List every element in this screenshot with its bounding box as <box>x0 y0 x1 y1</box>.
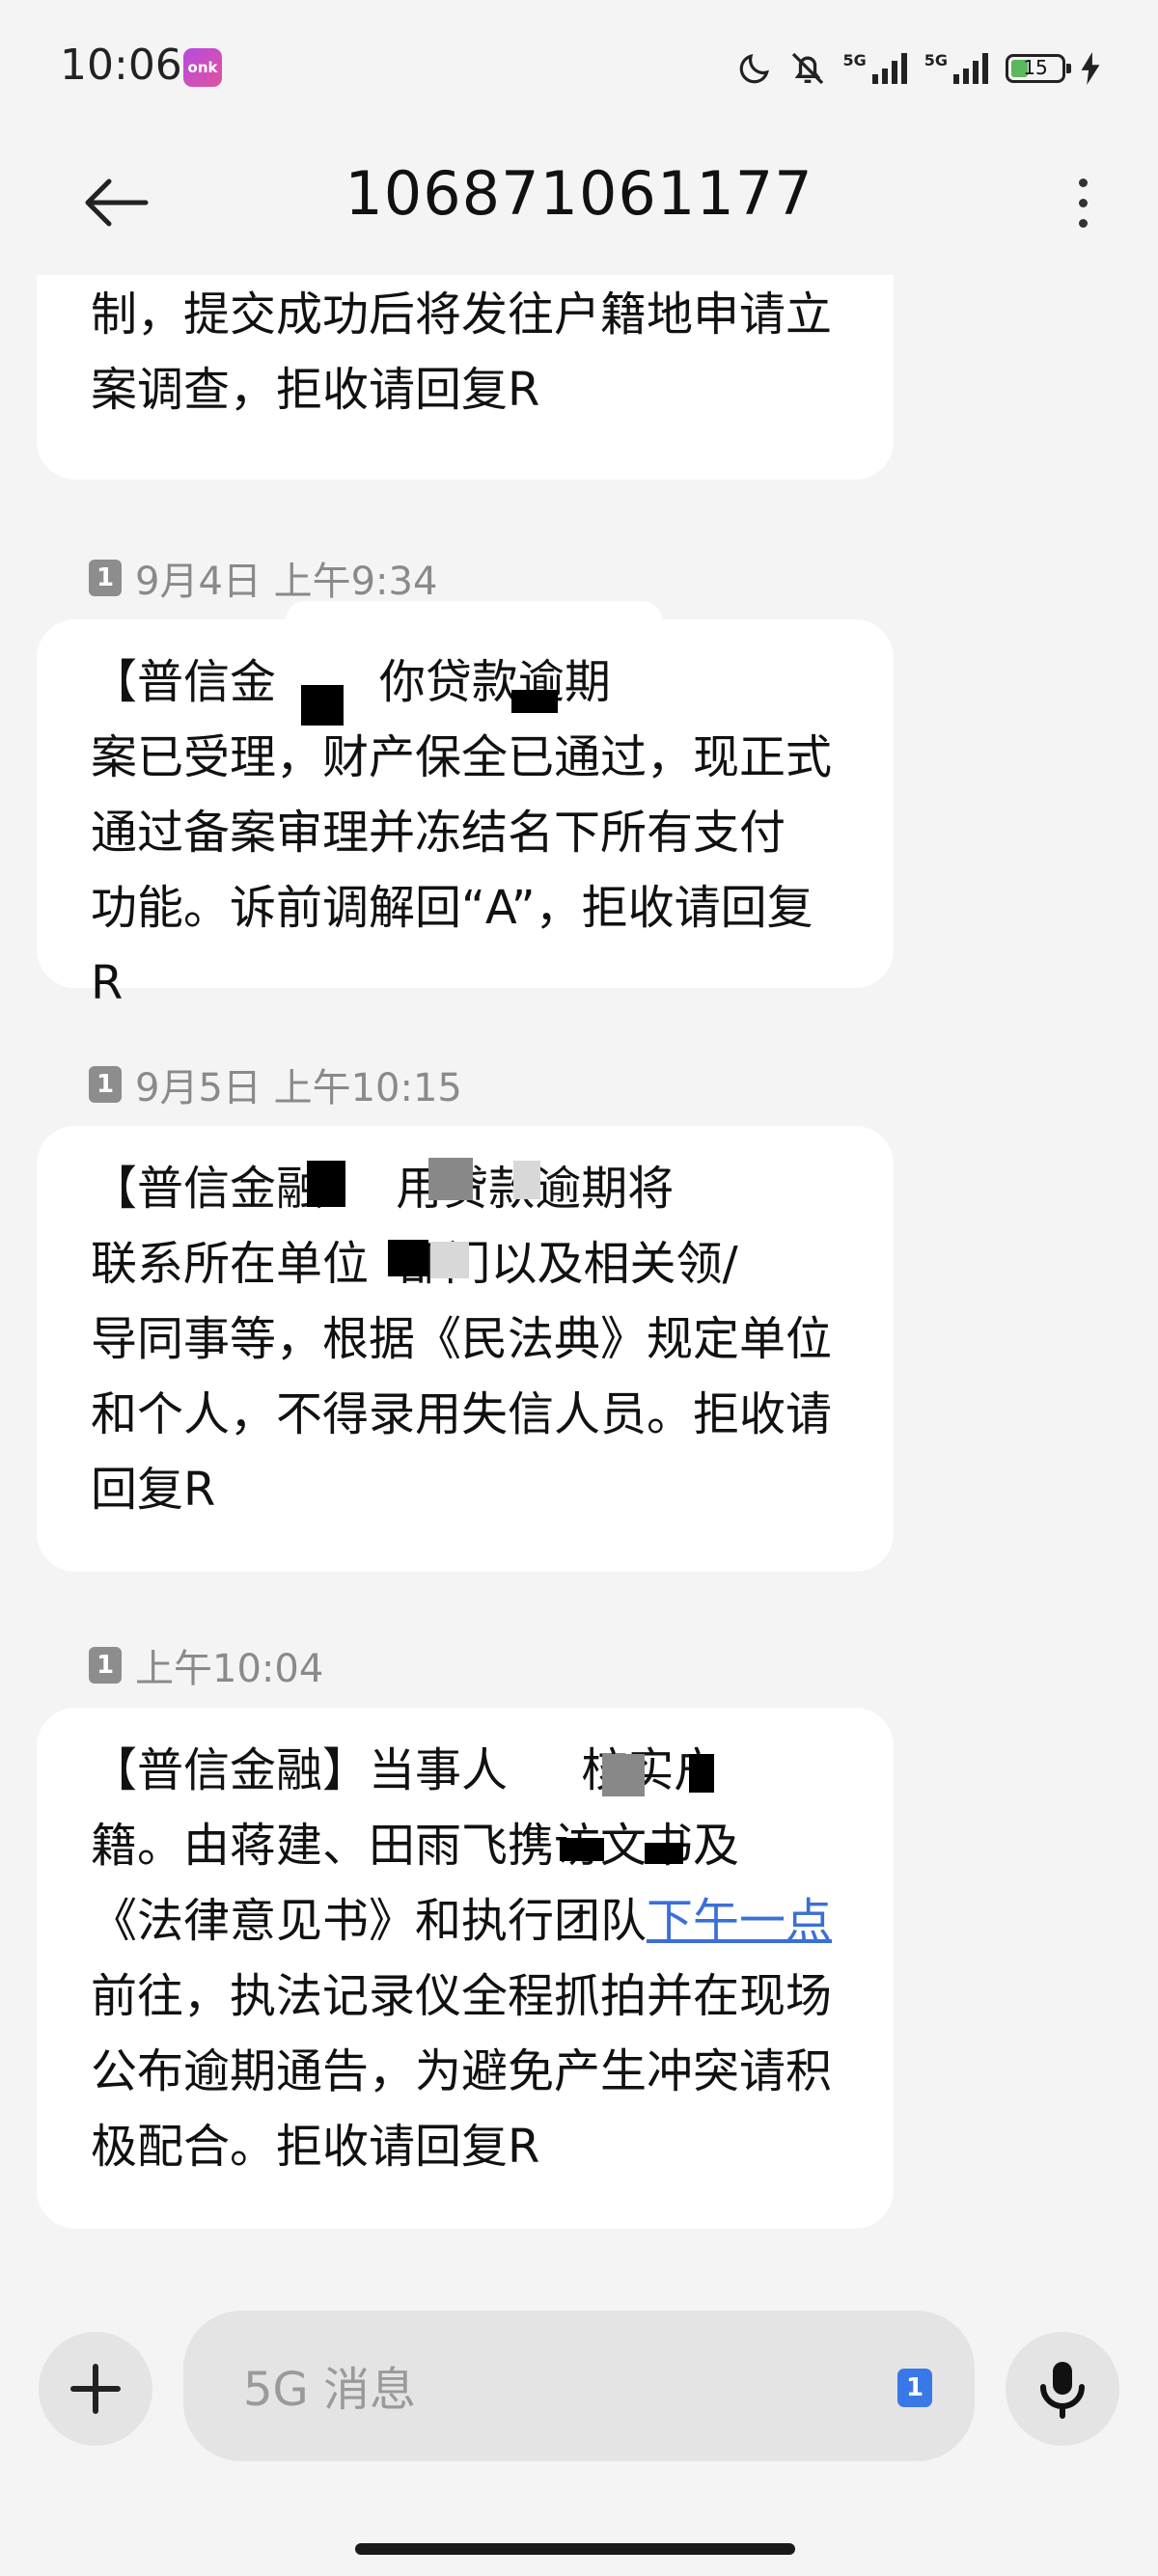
moon-icon <box>740 54 770 84</box>
status-time: 10:06 <box>60 41 182 90</box>
redaction-mark <box>301 685 344 726</box>
network-type-label: 5G <box>924 50 948 69</box>
message-list[interactable]: 制，提交成功后将发往户籍地申请立 案调查，拒收请回复R 1 9月4日 上午9:3… <box>0 275 1158 2311</box>
microphone-icon <box>1040 2362 1085 2419</box>
sim-badge: 1 <box>89 1647 122 1684</box>
compose-bar: 5G 消息 1 <box>0 2311 1158 2504</box>
message-bubble[interactable]: 【普信金 你贷款逾期 案已受理，财产保全已通过，现正式 通过备案审理并冻结名下所… <box>37 619 894 1010</box>
message-meta: 1 9月4日 上午9:34 <box>89 550 437 606</box>
redaction-mark <box>602 1754 645 1796</box>
network-type-label: 5G <box>842 50 867 69</box>
redaction-mark <box>689 1754 714 1793</box>
message-time: 上午10:04 <box>135 1647 324 1691</box>
redaction-mark <box>560 1838 604 1861</box>
message-text: 制，提交成功后将发往户籍地申请立 案调查，拒收请回复R <box>91 288 833 417</box>
charging-icon <box>1081 52 1100 85</box>
battery-level: 15 <box>1023 56 1048 79</box>
signal-icon <box>871 53 907 84</box>
more-vertical-icon <box>1078 178 1088 187</box>
redaction-mark <box>513 1161 540 1199</box>
message-time: 9月5日 上午10:15 <box>135 1066 462 1110</box>
redaction-mark <box>430 1242 469 1278</box>
message-bubble[interactable]: 【普信金融】当事人 核实户 籍。由蒋建、田雨飞携访文书及 《法律意见书》和执行团… <box>37 1708 894 2229</box>
message-meta: 1 9月5日 上午10:15 <box>89 1056 462 1112</box>
message-meta: 1 上午10:04 <box>89 1637 323 1693</box>
time-link[interactable]: 下午一点 <box>647 1894 832 1948</box>
mute-bell-icon <box>792 52 824 85</box>
battery-icon: 15 <box>1006 54 1071 83</box>
plus-icon <box>70 2364 121 2414</box>
message-text: 【普信金 你贷款逾期 案已受理，财产保全已通过，现正式 通过备案审理并冻结名下所… <box>91 655 833 1010</box>
message-text: 【普信金融】当事人 核实户 籍。由蒋建、田雨飞携访文书及 《法律意见书》和执行团… <box>91 1743 833 2174</box>
redaction-mark <box>286 601 662 651</box>
more-options-button[interactable] <box>1054 164 1112 241</box>
message-bubble[interactable]: 制，提交成功后将发往户籍地申请立 案调查，拒收请回复R <box>37 275 894 480</box>
message-input[interactable]: 5G 消息 1 <box>183 2311 975 2461</box>
redaction-mark <box>645 1843 683 1864</box>
redaction-mark <box>307 1161 345 1207</box>
message-input-placeholder: 5G 消息 <box>243 2363 416 2417</box>
signal-icon <box>953 53 988 84</box>
add-attachment-button[interactable] <box>39 2332 152 2446</box>
sim-badge: 1 <box>89 1066 122 1103</box>
home-indicator[interactable] <box>355 2543 795 2555</box>
voice-input-button[interactable] <box>1006 2332 1119 2446</box>
status-bar: 10:06 onk 5G 5G 15 <box>0 0 1158 135</box>
redaction-mark <box>428 1158 473 1200</box>
conversation-header: 106871061177 <box>0 135 1158 270</box>
contact-number: 106871061177 <box>345 158 813 229</box>
status-icons: 5G 5G 15 <box>736 46 1100 91</box>
message-text: 【普信金融 用贷款逾期将 联系所在单位 部门以及相关领/ 导同事等，根据《民法典… <box>91 1162 833 1517</box>
sim-badge: 1 <box>89 560 122 596</box>
redaction-mark <box>388 1240 428 1276</box>
app-notification-icon: onk <box>183 48 222 87</box>
sim-select-button[interactable]: 1 <box>897 2369 932 2407</box>
redaction-mark <box>511 690 558 713</box>
message-time: 9月4日 上午9:34 <box>135 560 438 604</box>
